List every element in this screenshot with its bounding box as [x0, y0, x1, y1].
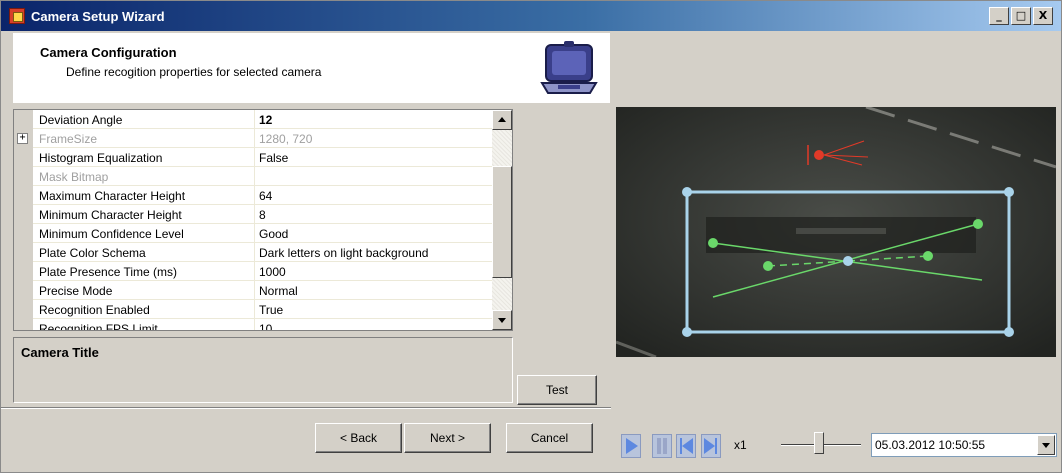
property-name: Plate Color Schema [33, 243, 255, 262]
property-grid[interactable]: Deviation Angle 12 + FrameSize 1280, 720 Hist… [13, 109, 513, 331]
property-row[interactable]: Maximum Character Height 64 [14, 186, 492, 205]
footer-divider [1, 407, 611, 409]
maximize-button[interactable]: □ [1011, 7, 1031, 25]
close-button[interactable]: X [1033, 7, 1053, 25]
property-value[interactable]: Normal [255, 281, 492, 300]
app-icon [9, 8, 25, 24]
next-frame-button[interactable] [701, 434, 721, 458]
property-row-gutter [14, 205, 33, 224]
property-description-title: Camera Title [21, 345, 99, 360]
property-row-gutter [14, 319, 33, 330]
expand-icon[interactable]: + [17, 133, 28, 144]
property-value[interactable]: True [255, 300, 492, 319]
property-value[interactable]: 1000 [255, 262, 492, 281]
play-icon [626, 438, 638, 454]
property-row[interactable]: Plate Color Schema Dark letters on light … [14, 243, 492, 262]
camera-setup-window: Camera Setup Wizard _ □ X Camera Configu… [0, 0, 1062, 473]
pause-icon [657, 438, 667, 454]
page-subtitle: Define recogition properties for selecte… [66, 65, 322, 79]
property-row-gutter [14, 262, 33, 281]
minimize-button[interactable]: _ [989, 7, 1009, 25]
property-name: Mask Bitmap [33, 167, 255, 186]
scroll-down-button[interactable] [492, 310, 512, 330]
next-button[interactable]: Next > [404, 423, 491, 453]
camera-case-icon [540, 41, 598, 94]
property-value[interactable]: False [255, 148, 492, 167]
property-row[interactable]: + FrameSize 1280, 720 [14, 129, 492, 148]
chevron-down-icon[interactable] [1037, 435, 1055, 455]
property-row-gutter [14, 148, 33, 167]
playback-speed-label: x1 [734, 438, 747, 452]
property-row[interactable]: Deviation Angle 12 [14, 110, 492, 129]
property-value[interactable]: 64 [255, 186, 492, 205]
pause-button[interactable] [652, 434, 672, 458]
page-title: Camera Configuration [40, 45, 177, 60]
property-name: Minimum Character Height [33, 205, 255, 224]
property-name: FrameSize [33, 129, 255, 148]
property-row[interactable]: Histogram Equalization False [14, 148, 492, 167]
arrow-up-icon [498, 117, 506, 122]
property-value[interactable] [255, 167, 492, 186]
window-title: Camera Setup Wizard [31, 9, 165, 24]
property-row-gutter [14, 281, 33, 300]
scroll-up-button[interactable] [492, 110, 512, 130]
title-bar[interactable]: Camera Setup Wizard _ □ X [1, 1, 1061, 31]
property-row-gutter [14, 186, 33, 205]
property-value[interactable]: 12 [255, 110, 492, 129]
property-row[interactable]: Recognition Enabled True [14, 300, 492, 319]
skip-forward-icon [704, 438, 717, 454]
property-row[interactable]: Mask Bitmap [14, 167, 492, 186]
play-button[interactable] [621, 434, 641, 458]
datetime-picker[interactable]: 05.03.2012 10:50:55 [871, 433, 1057, 457]
camera-preview[interactable] [616, 107, 1056, 357]
property-name: Maximum Character Height [33, 186, 255, 205]
property-name: Precise Mode [33, 281, 255, 300]
property-row-gutter [14, 110, 33, 129]
property-row[interactable]: Minimum Confidence Level Good [14, 224, 492, 243]
skip-back-icon [680, 438, 693, 454]
property-row[interactable]: Minimum Character Height 8 [14, 205, 492, 224]
back-button[interactable]: < Back [315, 423, 402, 453]
property-row-gutter [14, 243, 33, 262]
property-name: Recognition FPS Limit [33, 319, 255, 330]
property-row[interactable]: Precise Mode Normal [14, 281, 492, 300]
property-value[interactable]: 1280, 720 [255, 129, 492, 148]
test-button[interactable]: Test [517, 375, 597, 405]
arrow-down-icon [498, 318, 506, 323]
camera-frame [616, 107, 1056, 357]
property-name: Recognition Enabled [33, 300, 255, 319]
previous-frame-button[interactable] [676, 434, 696, 458]
property-value[interactable]: 8 [255, 205, 492, 224]
property-name: Histogram Equalization [33, 148, 255, 167]
property-row-gutter [14, 224, 33, 243]
property-row[interactable]: Plate Presence Time (ms) 1000 [14, 262, 492, 281]
property-name: Minimum Confidence Level [33, 224, 255, 243]
property-name: Deviation Angle [33, 110, 255, 129]
property-row-gutter: + [14, 129, 33, 148]
property-value[interactable]: Dark letters on light background [255, 243, 492, 262]
scroll-thumb[interactable] [492, 166, 512, 278]
cancel-button[interactable]: Cancel [506, 423, 593, 453]
property-row-gutter [14, 167, 33, 186]
property-value[interactable]: 10 [255, 319, 492, 330]
property-grid-scrollbar[interactable] [492, 110, 512, 330]
playback-slider-thumb[interactable] [814, 432, 824, 454]
property-name: Plate Presence Time (ms) [33, 262, 255, 281]
property-row-gutter [14, 300, 33, 319]
property-row[interactable]: Recognition FPS Limit 10 [14, 319, 492, 330]
property-description-panel: Camera Title [13, 337, 513, 403]
wizard-header: Camera Configuration Define recogition p… [13, 33, 610, 103]
property-value[interactable]: Good [255, 224, 492, 243]
window-controls: _ □ X [989, 7, 1053, 25]
datetime-value: 05.03.2012 10:50:55 [875, 438, 986, 452]
